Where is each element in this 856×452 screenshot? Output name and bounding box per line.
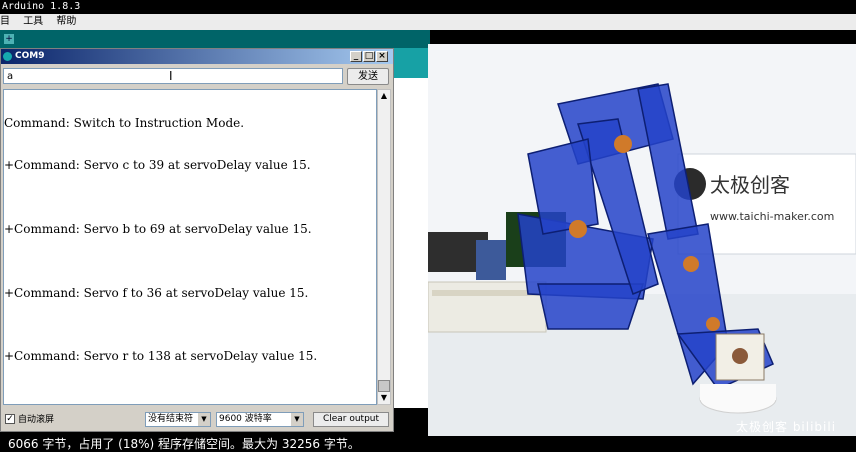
serial-monitor-title: COM9 bbox=[15, 51, 45, 61]
dropdown-arrow-icon: ▼ bbox=[198, 413, 210, 426]
ide-menubar: 目 工具 帮助 bbox=[0, 14, 856, 30]
menu-item-edit[interactable]: 目 bbox=[0, 16, 10, 27]
autoscroll-label: 自动滚屏 bbox=[18, 415, 55, 425]
minimize-button[interactable]: _ bbox=[350, 51, 362, 62]
maximize-button[interactable]: □ bbox=[363, 51, 375, 62]
output-line: +Command: Servo r to 138 at servoDelay v… bbox=[4, 349, 318, 363]
output-line: +Command: Servo c to 39 at servoDelay va… bbox=[4, 158, 311, 172]
serial-input-field[interactable] bbox=[3, 68, 343, 84]
vertical-scrollbar[interactable]: ▲ ▼ bbox=[377, 89, 391, 405]
ide-toolbar: + bbox=[0, 30, 430, 48]
output-line: Command: Switch to Instruction Mode. bbox=[4, 116, 245, 130]
baud-rate-value: 9600 波特率 bbox=[219, 414, 272, 424]
scroll-down-icon[interactable]: ▼ bbox=[378, 392, 390, 404]
sign-text: 太极创客 bbox=[710, 173, 790, 197]
output-line: +Command: Servo b to 69 at servoDelay va… bbox=[4, 222, 312, 236]
watermark: 太极创客 bilibili bbox=[736, 420, 837, 434]
robot-arm-photo: 太极创客 www.taichi-maker.com bbox=[428, 44, 856, 436]
serial-monitor-footer: ✓ 自动滚屏 没有结束符 ▼ 9600 波特率 ▼ Clear output bbox=[3, 409, 391, 431]
baud-rate-select[interactable]: 9600 波特率 ▼ bbox=[216, 412, 304, 427]
menu-item-help[interactable]: 帮助 bbox=[56, 16, 76, 27]
dropdown-arrow-icon: ▼ bbox=[291, 413, 303, 426]
text-cursor-icon: I bbox=[169, 69, 173, 83]
arduino-icon bbox=[3, 52, 12, 61]
send-button[interactable]: 发送 bbox=[347, 68, 389, 85]
camera-feed: 太极创客 www.taichi-maker.com bbox=[428, 44, 856, 436]
serial-monitor-window: COM9 _ □ × I 发送 Command: Switch to Instr… bbox=[0, 48, 394, 432]
serial-monitor-title-bar[interactable]: COM9 _ □ × bbox=[1, 49, 393, 64]
line-ending-value: 没有结束符 bbox=[148, 414, 194, 424]
output-line: +Command: Servo f to 36 at servoDelay va… bbox=[4, 286, 309, 300]
ide-title-bar: Arduino 1.8.3 bbox=[0, 0, 856, 14]
serial-output-area[interactable]: Command: Switch to Instruction Mode. +Co… bbox=[3, 89, 377, 405]
autoscroll-checkbox[interactable]: ✓ bbox=[5, 414, 15, 424]
scroll-thumb[interactable] bbox=[378, 380, 390, 392]
app-title: Arduino 1.8.3 bbox=[2, 1, 81, 12]
scroll-up-icon[interactable]: ▲ bbox=[378, 90, 390, 102]
sign-url: www.taichi-maker.com bbox=[710, 210, 834, 223]
console-message: 6066 字节，占用了 (18%) 程序存储空间。最大为 32256 字节。 bbox=[8, 437, 360, 451]
line-ending-select[interactable]: 没有结束符 ▼ bbox=[145, 412, 211, 427]
clear-output-button[interactable]: Clear output bbox=[313, 412, 389, 427]
new-tab-icon[interactable]: + bbox=[4, 34, 14, 44]
menu-item-tools[interactable]: 工具 bbox=[23, 16, 43, 27]
close-button[interactable]: × bbox=[376, 51, 388, 62]
